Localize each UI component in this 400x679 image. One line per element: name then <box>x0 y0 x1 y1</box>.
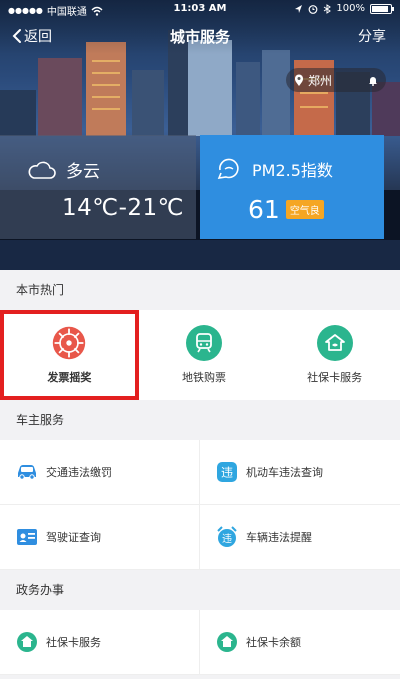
gov-services-grid: 社保卡服务 社保卡余额 <box>0 610 400 675</box>
service-social-balance[interactable]: 社保卡余额 <box>200 610 400 675</box>
battery-percent: 100% <box>336 3 365 14</box>
section-heading-car: 车主服务 <box>0 400 400 440</box>
air-bubble-icon <box>217 158 239 179</box>
metro-ticket-icon <box>186 325 222 361</box>
service-license-query[interactable]: 驾驶证查询 <box>0 505 200 570</box>
weather-temperature: 14℃-21℃ <box>62 195 184 221</box>
section-heading-gov: 政务办事 <box>0 570 400 610</box>
service-traffic-fine[interactable]: 交通违法缴罚 <box>0 440 200 505</box>
bluetooth-icon <box>324 3 332 14</box>
air-quality-value-row: 61 空气良 <box>248 195 324 224</box>
svg-text:违: 违 <box>221 466 233 480</box>
service-label: 社保卡余额 <box>246 636 301 649</box>
bell-icon <box>369 76 377 86</box>
services-content: 本市热门 发票摇奖 地铁购票 社保卡服务 车主服务 交通违法缴罚 违 机动车违法… <box>0 270 400 679</box>
weather-card[interactable]: 多云 14℃-21℃ <box>0 135 196 239</box>
service-social-security[interactable]: 社保卡服务 <box>0 610 200 675</box>
city-selector[interactable]: 郑州 <box>286 68 386 92</box>
weather-condition: 多云 <box>66 162 100 182</box>
cloud-icon <box>28 161 56 179</box>
alarm-violation-icon: 违 <box>216 526 238 548</box>
air-quality-card[interactable]: PM2.5指数 61 空气良 <box>200 135 384 239</box>
back-label: 返回 <box>24 29 52 45</box>
hot-item-social-security[interactable]: 社保卡服务 <box>269 310 400 400</box>
svg-text:违: 违 <box>222 533 232 545</box>
map-pin-icon <box>295 74 303 86</box>
social-security-icon <box>316 325 353 361</box>
car-icon <box>16 461 38 483</box>
hot-services-grid: 发票摇奖 地铁购票 社保卡服务 <box>0 310 400 400</box>
hot-item-metro-ticket[interactable]: 地铁购票 <box>139 310 270 400</box>
service-label: 驾驶证查询 <box>46 531 101 544</box>
status-bar: ●●●●● 中国联通 11:03 AM 100% <box>0 0 400 18</box>
license-card-icon <box>16 526 38 548</box>
air-quality-badge: 空气良 <box>285 200 324 219</box>
nav-bar: 返回 城市服务 分享 <box>0 22 400 52</box>
service-vehicle-violation-query[interactable]: 违 机动车违法查询 <box>200 440 400 505</box>
car-services-grid: 交通违法缴罚 违 机动车违法查询 驾驶证查询 违 车辆违法提醒 <box>0 440 400 570</box>
violation-icon: 违 <box>216 461 238 483</box>
air-quality-header: PM2.5指数 <box>216 157 333 181</box>
hot-item-label: 地铁购票 <box>182 371 226 384</box>
service-violation-reminder[interactable]: 违 车辆违法提醒 <box>200 505 400 570</box>
back-button[interactable]: 返回 <box>12 26 52 46</box>
service-label: 社保卡服务 <box>46 636 101 649</box>
section-heading-hot: 本市热门 <box>0 270 400 310</box>
weather-condition-row: 多云 <box>26 157 100 182</box>
battery-icon <box>370 3 394 14</box>
social-security-icon <box>16 631 38 653</box>
status-bar-right: 100% <box>294 3 394 14</box>
service-label: 机动车违法查询 <box>246 466 323 479</box>
share-button[interactable]: 分享 <box>358 26 386 46</box>
pm25-value: 61 <box>248 195 280 224</box>
page-title: 城市服务 <box>169 28 230 46</box>
location-arrow-icon <box>295 4 303 13</box>
service-label: 交通违法缴罚 <box>46 466 112 479</box>
chevron-left-icon <box>12 29 21 43</box>
social-balance-icon <box>216 631 238 653</box>
hot-item-label: 社保卡服务 <box>307 371 363 384</box>
hot-item-label: 发票摇奖 <box>47 371 92 384</box>
alarm-icon <box>309 4 318 14</box>
city-name: 郑州 <box>308 73 333 88</box>
service-label: 车辆违法提醒 <box>246 531 312 544</box>
invoice-lottery-icon <box>51 325 88 361</box>
hot-item-invoice-lottery[interactable]: 发票摇奖 <box>0 310 139 400</box>
air-quality-label: PM2.5指数 <box>252 161 333 180</box>
